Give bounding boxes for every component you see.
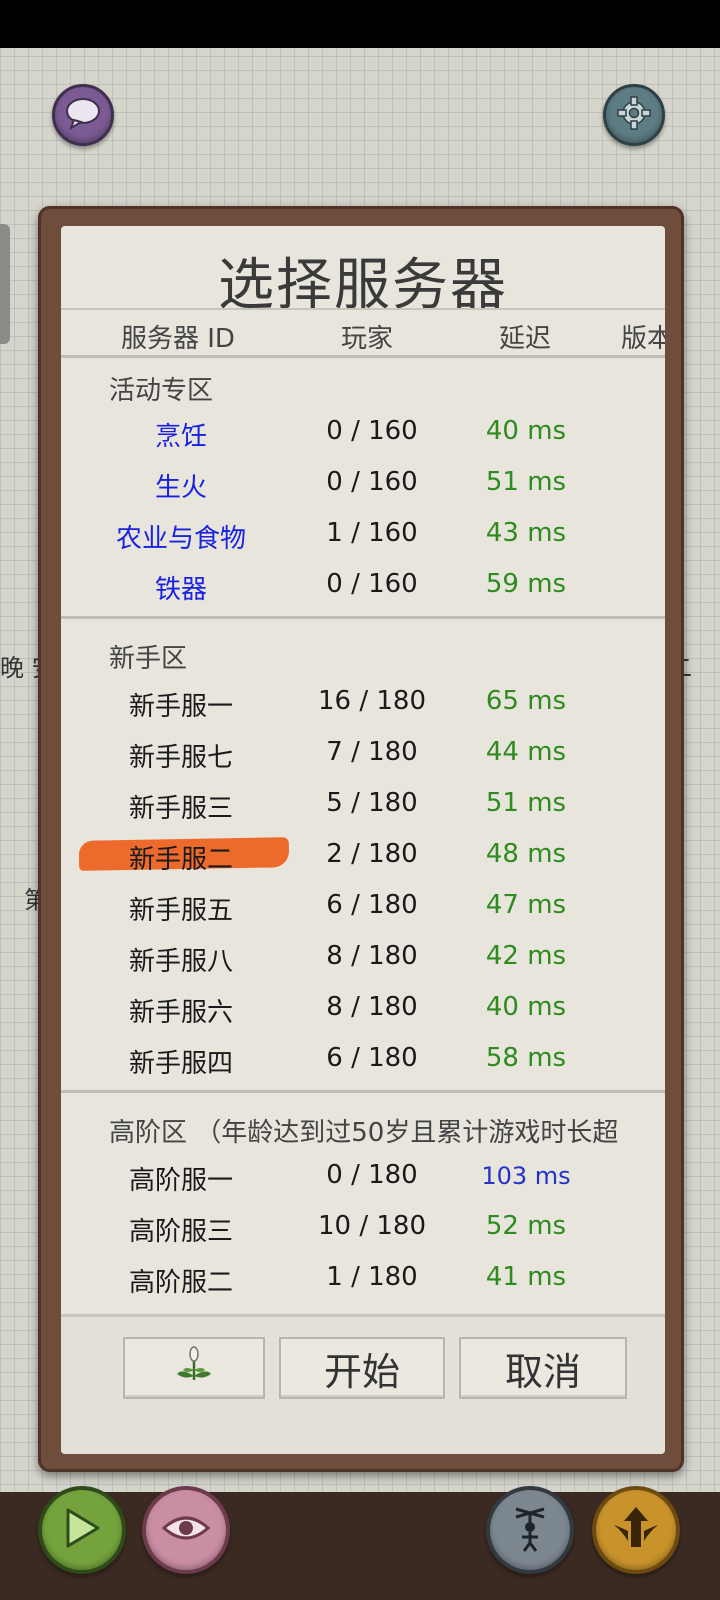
- server-row[interactable]: 高阶服二 1 / 180 41 ms: [61, 1254, 665, 1304]
- player-count: 10 / 180: [318, 1211, 426, 1241]
- server-name: 新手服二: [128, 845, 233, 875]
- server-name: 新手服七: [128, 743, 233, 773]
- server-name: 高阶服三: [128, 1217, 233, 1247]
- server-name: 新手服五: [128, 896, 233, 926]
- section-label-event: 活动专区: [109, 376, 214, 406]
- server-name: 生火: [154, 473, 207, 503]
- player-count: 2 / 180: [326, 839, 418, 869]
- puppet-button[interactable]: [486, 1486, 574, 1574]
- player-count: 0 / 160: [326, 467, 418, 497]
- start-button[interactable]: 开始: [279, 1337, 445, 1399]
- ping-value: 43 ms: [485, 518, 567, 548]
- player-count: 16 / 180: [318, 686, 426, 716]
- server-row[interactable]: 新手服五 6 / 180 47 ms: [61, 882, 665, 932]
- ping-value: 59 ms: [485, 569, 567, 599]
- ping-value: 40 ms: [485, 992, 567, 1022]
- player-count: 5 / 180: [326, 788, 418, 818]
- server-name: 高阶服二: [128, 1268, 233, 1298]
- server-name: 高阶服一: [128, 1166, 233, 1196]
- ping-value: 103 ms: [481, 1162, 571, 1190]
- gear-icon: [615, 94, 653, 136]
- player-count: 1 / 160: [326, 518, 418, 548]
- server-name: 新手服八: [128, 947, 233, 977]
- server-row[interactable]: 新手服八 8 / 180 42 ms: [61, 933, 665, 983]
- player-count: 0 / 160: [326, 416, 418, 446]
- ping-value: 47 ms: [485, 890, 567, 920]
- ping-value: 48 ms: [485, 839, 567, 869]
- server-name: 新手服一: [128, 692, 233, 722]
- chat-bubble-icon: [64, 96, 102, 134]
- section-divider: [61, 616, 665, 619]
- player-count: 7 / 180: [326, 737, 418, 767]
- server-row[interactable]: 烹饪 0 / 160 40 ms: [61, 408, 665, 458]
- play-button[interactable]: [38, 1486, 126, 1574]
- player-count: 6 / 180: [326, 890, 418, 920]
- player-count: 0 / 180: [326, 1160, 418, 1190]
- server-row[interactable]: 农业与食物 1 / 160 43 ms: [61, 510, 665, 560]
- server-row[interactable]: 生火 0 / 160 51 ms: [61, 459, 665, 509]
- server-name: 农业与食物: [115, 524, 246, 554]
- ping-value: 42 ms: [485, 941, 567, 971]
- server-row[interactable]: 高阶服三 10 / 180 52 ms: [61, 1203, 665, 1253]
- server-name: 铁器: [154, 575, 207, 605]
- puppet-icon: [508, 1503, 552, 1557]
- server-row[interactable]: 铁器 0 / 160 59 ms: [61, 561, 665, 611]
- server-list[interactable]: 活动专区 烹饪 0 / 160 40 ms 生火 0 / 160 51 ms 农…: [61, 360, 665, 1454]
- server-name: 新手服六: [128, 998, 233, 1028]
- status-bar: [0, 0, 720, 48]
- ping-value: 58 ms: [485, 1043, 567, 1073]
- settings-button[interactable]: [603, 84, 665, 146]
- ping-value: 44 ms: [485, 737, 567, 767]
- player-count: 6 / 180: [326, 1043, 418, 1073]
- server-row[interactable]: 高阶服一 0 / 180 103 ms: [61, 1152, 665, 1202]
- ping-value: 41 ms: [485, 1262, 567, 1292]
- upgrade-button[interactable]: [592, 1486, 680, 1574]
- server-name: 新手服三: [128, 794, 233, 824]
- server-name: 新手服四: [128, 1049, 233, 1079]
- server-row[interactable]: 新手服六 8 / 180 40 ms: [61, 984, 665, 1034]
- ping-value: 65 ms: [485, 686, 567, 716]
- ping-value: 51 ms: [485, 788, 567, 818]
- server-name: 烹饪: [154, 422, 207, 452]
- player-count: 0 / 160: [326, 569, 418, 599]
- dialog-button-bar: 开始 取消: [61, 1314, 665, 1454]
- server-row[interactable]: 新手服四 6 / 180 58 ms: [61, 1035, 665, 1085]
- server-row-selected[interactable]: 新手服二 2 / 180 48 ms: [61, 831, 665, 881]
- server-row[interactable]: 新手服三 5 / 180 51 ms: [61, 780, 665, 830]
- column-header-version: 版本: [621, 324, 665, 354]
- server-row[interactable]: 新手服七 7 / 180 44 ms: [61, 729, 665, 779]
- section-label-newbie: 新手区: [109, 644, 188, 674]
- ping-value: 52 ms: [485, 1211, 567, 1241]
- column-header-ping: 延迟: [499, 324, 552, 354]
- ping-value: 40 ms: [485, 416, 567, 446]
- column-header-server-id: 服务器 ID: [121, 324, 235, 354]
- plant-button[interactable]: [123, 1337, 265, 1399]
- ping-value: 51 ms: [485, 467, 567, 497]
- server-select-dialog: 选择服务器 服务器 ID 玩家 延迟 版本 活动专区 烹饪 0 / 160 40…: [61, 226, 665, 1454]
- eye-icon: [161, 1513, 211, 1547]
- plant-icon: [174, 1344, 214, 1393]
- section-label-advanced: 高阶区 （年龄达到过50岁且累计游戏时长超: [109, 1118, 619, 1148]
- column-header-players: 玩家: [341, 324, 394, 354]
- cancel-button[interactable]: 取消: [459, 1337, 627, 1399]
- player-count: 8 / 180: [326, 992, 418, 1022]
- play-icon: [62, 1506, 102, 1554]
- player-count: 1 / 180: [326, 1262, 418, 1292]
- table-header: 服务器 ID 玩家 延迟 版本: [61, 308, 665, 358]
- section-divider: [61, 1090, 665, 1093]
- winged-arrow-icon: [610, 1503, 662, 1557]
- side-drawer-tab[interactable]: [0, 224, 10, 344]
- view-button[interactable]: [142, 1486, 230, 1574]
- server-row[interactable]: 新手服一 16 / 180 65 ms: [61, 678, 665, 728]
- chat-button[interactable]: [52, 84, 114, 146]
- player-count: 8 / 180: [326, 941, 418, 971]
